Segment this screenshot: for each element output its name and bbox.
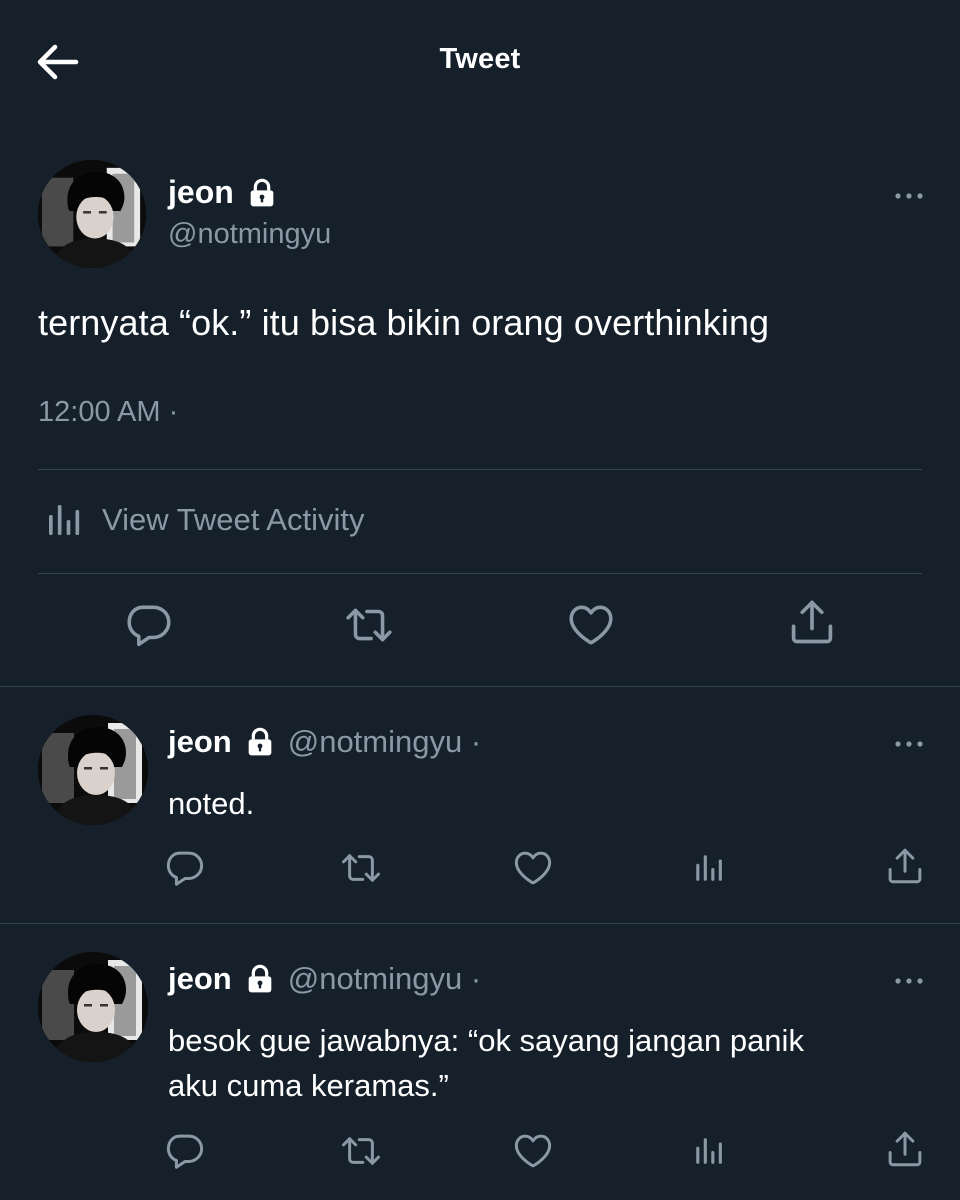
author-handle[interactable]: @notmingyu ·: [288, 724, 481, 760]
retweet-icon[interactable]: [344, 600, 394, 650]
lock-icon: [244, 726, 276, 758]
divider: [38, 469, 922, 470]
reply-text-line: aku cuma keramas.”: [168, 1068, 449, 1103]
lock-icon: [246, 177, 278, 209]
reply-header: jeon @notmingyu ·: [168, 724, 481, 760]
reply-icon[interactable]: [164, 1130, 206, 1172]
tweet-text: ternyata “ok.” itu bisa bikin orang over…: [38, 302, 770, 343]
reply-icon[interactable]: [164, 847, 206, 889]
reply-text-line: besok gue jawabnya: “ok sayang jangan pa…: [168, 1023, 804, 1058]
retweet-icon[interactable]: [340, 847, 382, 889]
analytics-icon[interactable]: [692, 851, 726, 885]
analytics-icon[interactable]: [692, 1134, 726, 1168]
lock-icon: [244, 963, 276, 995]
main-tweet: jeon @notmingyu ternyata “ok.” itu bisa …: [0, 122, 960, 687]
more-options-icon[interactable]: [892, 736, 926, 752]
like-icon[interactable]: [566, 600, 616, 650]
share-icon[interactable]: [786, 596, 838, 648]
top-bar: Tweet: [0, 0, 960, 122]
reply-text: noted.: [168, 786, 255, 821]
reply-header: jeon @notmingyu ·: [168, 961, 481, 997]
view-tweet-activity-label: View Tweet Activity: [102, 502, 365, 537]
like-icon[interactable]: [512, 1130, 554, 1172]
author-handle[interactable]: @notmingyu ·: [288, 961, 481, 997]
divider: [38, 573, 922, 574]
share-icon[interactable]: [884, 1128, 926, 1170]
view-tweet-activity-button[interactable]: View Tweet Activity: [44, 500, 364, 540]
retweet-icon[interactable]: [340, 1130, 382, 1172]
tweet-actions: [0, 600, 960, 660]
avatar[interactable]: [38, 952, 148, 1062]
avatar[interactable]: [38, 715, 148, 825]
author-name[interactable]: jeon: [168, 724, 232, 760]
reply-text: besok gue jawabnya: “ok sayang jangan pa…: [168, 1018, 804, 1108]
like-icon[interactable]: [512, 847, 554, 889]
share-icon[interactable]: [884, 845, 926, 887]
author-handle[interactable]: @notmingyu: [168, 218, 331, 251]
tweet-timestamp[interactable]: 12:00 AM ·: [38, 396, 178, 429]
reply-tweet[interactable]: jeon @notmingyu · noted.: [0, 687, 960, 923]
avatar[interactable]: [38, 160, 146, 268]
reply-icon[interactable]: [124, 600, 174, 650]
more-options-icon[interactable]: [892, 188, 926, 204]
author-name: jeon: [168, 174, 234, 210]
analytics-icon: [44, 500, 84, 540]
page-title: Tweet: [439, 43, 521, 75]
author-name[interactable]: jeon: [168, 961, 232, 997]
reply-tweet[interactable]: jeon @notmingyu · besok gue jawabnya: “o…: [0, 924, 960, 1200]
author-name-row[interactable]: jeon: [168, 174, 278, 211]
more-options-icon[interactable]: [892, 973, 926, 989]
